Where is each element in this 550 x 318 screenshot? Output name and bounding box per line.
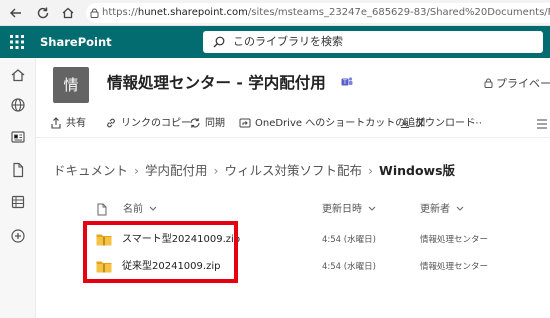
app-launcher-icon[interactable]	[9, 34, 25, 50]
breadcrumb: ドキュメント › 学内配付用 › ウィルス対策ソフト配布 › Windows版	[53, 160, 455, 182]
refresh-button[interactable]	[33, 3, 53, 23]
site-logo[interactable]: 情	[53, 67, 89, 103]
browser-toolbar: https://hunet.sharepoint.com/sites/mstea…	[0, 0, 550, 26]
chevron-down-icon	[456, 206, 464, 211]
url-path: /sites/msteams_23247e_685629-83/Shared%2…	[247, 7, 550, 18]
sharepoint-brand[interactable]: SharePoint	[40, 26, 112, 58]
search-placeholder: このライブラリを検索	[233, 35, 343, 48]
news-icon[interactable]	[10, 129, 26, 145]
column-modified-label: 更新日時	[322, 204, 362, 215]
chevron-right-icon: ›	[134, 163, 140, 178]
share-label: 共有	[66, 118, 86, 129]
sync-icon	[190, 118, 200, 128]
copy-link-button[interactable]: リンクのコピー	[105, 110, 191, 138]
globe-icon[interactable]	[10, 97, 26, 113]
share-icon	[51, 117, 61, 129]
download-button[interactable]: ダウンロード	[399, 110, 475, 138]
sync-label: 同期	[205, 118, 225, 129]
sync-button[interactable]: 同期	[189, 110, 225, 138]
back-arrow-icon	[10, 8, 21, 18]
chevron-down-icon	[149, 206, 157, 211]
column-header-modified-by[interactable]: 更新者	[420, 202, 464, 218]
column-header-name[interactable]: 名前	[123, 202, 157, 218]
suite-header: SharePoint このライブラリを検索	[0, 26, 550, 58]
more-button[interactable]: ⋯	[472, 110, 482, 138]
add-shortcut-button[interactable]: OneDrive へのショートカットの追加	[239, 110, 425, 138]
privacy-text: プライベート	[496, 77, 550, 90]
column-modified-by-label: 更新者	[420, 204, 450, 215]
refresh-icon	[37, 7, 49, 19]
file-type-column-icon[interactable]	[97, 203, 107, 216]
file-modified-by[interactable]: 情報処理センター	[420, 225, 488, 255]
home-icon[interactable]	[10, 67, 26, 83]
column-header-modified[interactable]: 更新日時	[322, 202, 376, 218]
column-name-label: 名前	[123, 204, 143, 215]
chevron-right-icon: ›	[368, 163, 374, 178]
copy-link-label: リンクのコピー	[121, 118, 191, 129]
home-button[interactable]	[58, 3, 78, 23]
svg-text:T: T	[342, 79, 347, 86]
highlight-box	[83, 221, 238, 283]
link-icon	[107, 118, 115, 128]
download-label: ダウンロード	[415, 118, 475, 129]
chevron-right-icon: ›	[213, 163, 219, 178]
chevron-down-icon	[368, 206, 376, 211]
shortcut-icon	[239, 118, 251, 128]
file-modified-by[interactable]: 情報処理センター	[420, 252, 488, 282]
back-button[interactable]	[6, 3, 26, 23]
breadcrumb-documents[interactable]: ドキュメント	[53, 163, 128, 178]
file-modified: 4:54 (水曜日)	[322, 235, 376, 245]
address-bar[interactable]: https://hunet.sharepoint.com/sites/mstea…	[86, 3, 550, 23]
search-icon	[213, 36, 225, 48]
list-icon[interactable]	[10, 194, 26, 210]
download-icon	[401, 118, 409, 129]
teams-icon[interactable]: T	[341, 76, 353, 88]
home-icon	[62, 7, 74, 19]
file-icon[interactable]	[10, 162, 26, 178]
breadcrumb-current: Windows版	[379, 163, 456, 178]
create-icon[interactable]	[10, 228, 26, 244]
lock-icon	[90, 8, 99, 18]
privacy-label: プライベート	[484, 75, 550, 91]
breadcrumb-folder2[interactable]: ウィルス対策ソフト配布	[225, 163, 363, 178]
lock-icon	[484, 78, 493, 88]
search-input[interactable]: このライブラリを検索	[203, 31, 543, 53]
command-bar: 共有 リンクのコピー 同期 OneDrive へのショートカットの追加 ダウンロ…	[36, 110, 550, 138]
site-title[interactable]: 情報処理センター - 学内配付用	[107, 71, 326, 93]
view-options-icon[interactable]	[536, 119, 548, 129]
share-button[interactable]: 共有	[50, 110, 86, 138]
url-host: hunet.sharepoint.com	[137, 7, 248, 18]
file-modified: 4:54 (水曜日)	[322, 262, 376, 272]
breadcrumb-folder1[interactable]: 学内配付用	[145, 163, 208, 178]
left-rail	[0, 58, 36, 318]
url-prefix: https://	[102, 7, 138, 18]
